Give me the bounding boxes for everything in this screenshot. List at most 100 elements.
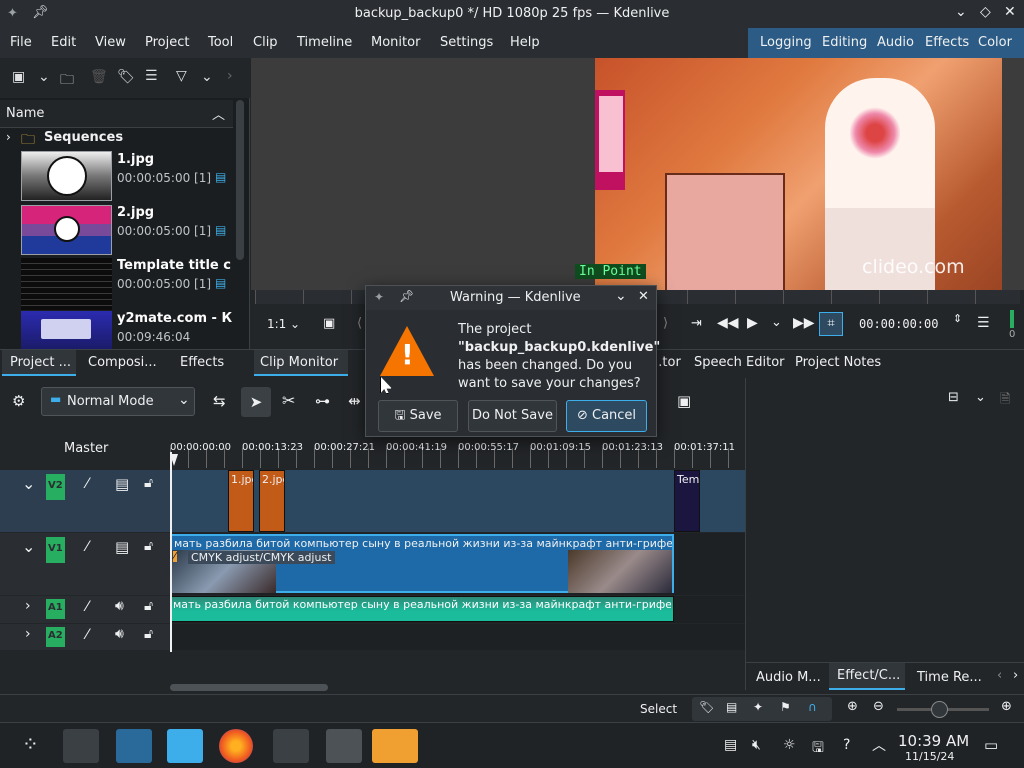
menu-tool[interactable]: Tool bbox=[208, 35, 233, 50]
save-effect-icon[interactable]: 🗎 bbox=[1000, 390, 1010, 412]
lock-icon[interactable]: 🔓︎ bbox=[144, 598, 153, 614]
tab-project-notes[interactable]: Project Notes bbox=[795, 355, 881, 370]
layout-logging[interactable]: Logging bbox=[760, 35, 812, 50]
tab-compositions[interactable]: Composi... bbox=[88, 355, 157, 370]
set-out-icon[interactable]: ⟩ bbox=[663, 316, 668, 331]
layout-color[interactable]: Color bbox=[978, 35, 1012, 50]
bin-scrollbar[interactable] bbox=[236, 100, 244, 260]
compare-icon[interactable]: ⊟ bbox=[948, 390, 959, 405]
timeline-scrollbar[interactable] bbox=[170, 684, 328, 691]
chevron-right-icon[interactable]: › bbox=[227, 68, 233, 84]
film-icon[interactable]: ▤ bbox=[726, 700, 737, 714]
tag-icon[interactable]: 🏷 bbox=[699, 700, 714, 714]
timeline-clip[interactable]: 1.jpg bbox=[228, 470, 254, 532]
track-a2[interactable] bbox=[170, 624, 745, 650]
tag-icon[interactable]: 🏷 bbox=[117, 69, 135, 85]
chevron-right-icon[interactable]: › bbox=[1013, 668, 1018, 683]
track-v2[interactable]: 1.jpg 2.jpg Tem bbox=[170, 470, 745, 532]
clipboard-icon[interactable]: ▤ bbox=[724, 737, 737, 753]
razor-tool-icon[interactable]: ✂ bbox=[282, 391, 295, 410]
speaker-icon[interactable]: 🔊︎ bbox=[115, 598, 124, 614]
filter-icon[interactable]: ▽ bbox=[176, 68, 187, 84]
sort-up-icon[interactable]: ︿ bbox=[212, 104, 225, 123]
collapse-icon[interactable]: ⌄ bbox=[22, 537, 35, 556]
track-tag[interactable]: A2 bbox=[46, 627, 65, 647]
monitor-timecode[interactable]: 00:00:00:00 bbox=[859, 317, 938, 331]
menu-edit[interactable]: Edit bbox=[51, 35, 76, 50]
menu-icon[interactable]: ☰ bbox=[145, 68, 158, 84]
sequences-folder-row[interactable]: › 🗀 Sequences bbox=[0, 128, 233, 148]
tab-effect-composition[interactable]: Effect/C... bbox=[829, 663, 905, 690]
clock-time[interactable]: 10:39 AM bbox=[898, 732, 969, 750]
magnet-icon[interactable]: ∩ bbox=[808, 700, 817, 714]
track-header-a2[interactable]: › A2 ⁄ 🔊︎ 🔓︎ bbox=[0, 624, 170, 650]
timecode-spinner-icon[interactable]: ⇕ bbox=[953, 312, 962, 325]
flag-icon[interactable]: ⚑ bbox=[780, 700, 791, 714]
menu-file[interactable]: File bbox=[10, 35, 32, 50]
do-not-save-button[interactable]: Do Not Save bbox=[468, 400, 557, 432]
add-clip-icon[interactable]: ▣ bbox=[12, 69, 25, 85]
mute-icon[interactable]: 🔇︎ bbox=[752, 737, 761, 753]
expand-icon[interactable]: › bbox=[25, 598, 31, 614]
audio-clip[interactable]: мать разбила битой компьютер сыну в реал… bbox=[170, 596, 674, 622]
kdenlive-task-icon[interactable] bbox=[372, 729, 418, 763]
tab-speech-editor[interactable]: Speech Editor bbox=[694, 355, 785, 370]
show-desktop-icon[interactable]: ▭ bbox=[984, 736, 998, 754]
clip-thumbnail[interactable] bbox=[21, 205, 112, 255]
hide-track-icon[interactable]: ▤ bbox=[115, 475, 129, 493]
chevron-down-icon[interactable]: ⌄ bbox=[975, 390, 986, 405]
zoom-out-icon[interactable]: ⊖ bbox=[873, 699, 884, 714]
overlay-icon[interactable]: ▣ bbox=[323, 316, 335, 331]
select-tool-icon[interactable]: ➤ bbox=[241, 387, 271, 417]
delete-icon[interactable]: 🗑 bbox=[90, 69, 108, 85]
help-icon[interactable]: ? bbox=[843, 737, 850, 753]
tab-audio-mixer[interactable]: Audio M... bbox=[756, 670, 821, 685]
discover-store-icon[interactable] bbox=[116, 729, 152, 763]
text-editor-icon[interactable] bbox=[326, 729, 362, 763]
snap-icon[interactable]: ✦ bbox=[753, 700, 763, 714]
bin-column-header[interactable]: Name ︿ bbox=[0, 100, 233, 128]
tab-effects[interactable]: Effects bbox=[180, 355, 224, 370]
tab-time-remapping[interactable]: Time Re... bbox=[917, 670, 982, 685]
chevron-down-icon[interactable]: ⌄ bbox=[290, 317, 300, 331]
clock-date[interactable]: 11/15/24 bbox=[905, 750, 954, 763]
track-v1[interactable]: мать разбила битой компьютер сыну в реал… bbox=[170, 533, 745, 595]
menu-timeline[interactable]: Timeline bbox=[297, 35, 352, 50]
edit-mode-select[interactable]: ▬ Normal Mode ⌄ bbox=[41, 387, 195, 416]
layout-audio[interactable]: Audio bbox=[877, 35, 914, 50]
slip-tool-icon[interactable]: ⊶ bbox=[315, 392, 330, 410]
cancel-button[interactable]: ⊘ Cancel bbox=[566, 400, 647, 432]
track-header-v1[interactable]: ⌄ V1 ⁄ ▤ 🔓︎ bbox=[0, 533, 170, 595]
fast-forward-icon[interactable]: ▶▶ bbox=[793, 315, 815, 331]
menu-settings[interactable]: Settings bbox=[440, 35, 493, 50]
rewind-icon[interactable]: ◀◀ bbox=[717, 315, 739, 331]
hide-track-icon[interactable]: ▤ bbox=[115, 538, 129, 556]
effects-wand-icon[interactable]: ⁄ bbox=[86, 599, 88, 615]
save-button[interactable]: 🖫 Save bbox=[378, 400, 458, 432]
split-view-icon[interactable]: ▣ bbox=[677, 392, 691, 410]
playhead-line[interactable] bbox=[170, 452, 172, 652]
layout-editing[interactable]: Editing bbox=[822, 35, 867, 50]
lock-icon[interactable]: 🔓︎ bbox=[144, 626, 153, 642]
clip-thumbnail[interactable] bbox=[21, 258, 112, 310]
menu-icon[interactable]: ☰ bbox=[977, 315, 990, 331]
timeline-clip[interactable]: Tem bbox=[674, 470, 700, 532]
spacer-tool-icon[interactable]: ⇆ bbox=[213, 392, 226, 410]
track-header-v2[interactable]: ⌄ V2 ⁄ ▤ 🔓︎ bbox=[0, 470, 170, 532]
zoom-in-icon[interactable]: ⊕ bbox=[1001, 699, 1012, 714]
ripple-tool-icon[interactable]: ⇹ bbox=[348, 392, 361, 410]
chevron-down-icon[interactable]: ⌄ bbox=[38, 69, 50, 85]
effects-wand-icon[interactable]: ⁄ bbox=[86, 476, 88, 492]
close-icon[interactable]: ✕ bbox=[638, 289, 649, 304]
tab-clip-monitor[interactable]: Clip Monitor bbox=[254, 350, 348, 376]
timeline-clip[interactable]: мать разбила битой компьютер сыну в реал… bbox=[170, 534, 674, 593]
zoom-fit-icon[interactable]: ⊕ bbox=[847, 699, 858, 714]
tab-project-bin[interactable]: Project ... bbox=[2, 350, 76, 376]
chevron-up-icon[interactable]: ︿ bbox=[872, 735, 886, 755]
collapse-icon[interactable]: ⌄ bbox=[22, 474, 35, 493]
track-a1[interactable]: мать разбила битой компьютер сыну в реал… bbox=[170, 596, 745, 623]
clip-thumbnail[interactable] bbox=[21, 311, 112, 349]
zoom-slider-handle[interactable] bbox=[931, 701, 948, 718]
dialog-titlebar[interactable]: ✦ 📌︎ Warning — Kdenlive ⌄ ✕ bbox=[366, 286, 656, 310]
menu-clip[interactable]: Clip bbox=[253, 35, 278, 50]
